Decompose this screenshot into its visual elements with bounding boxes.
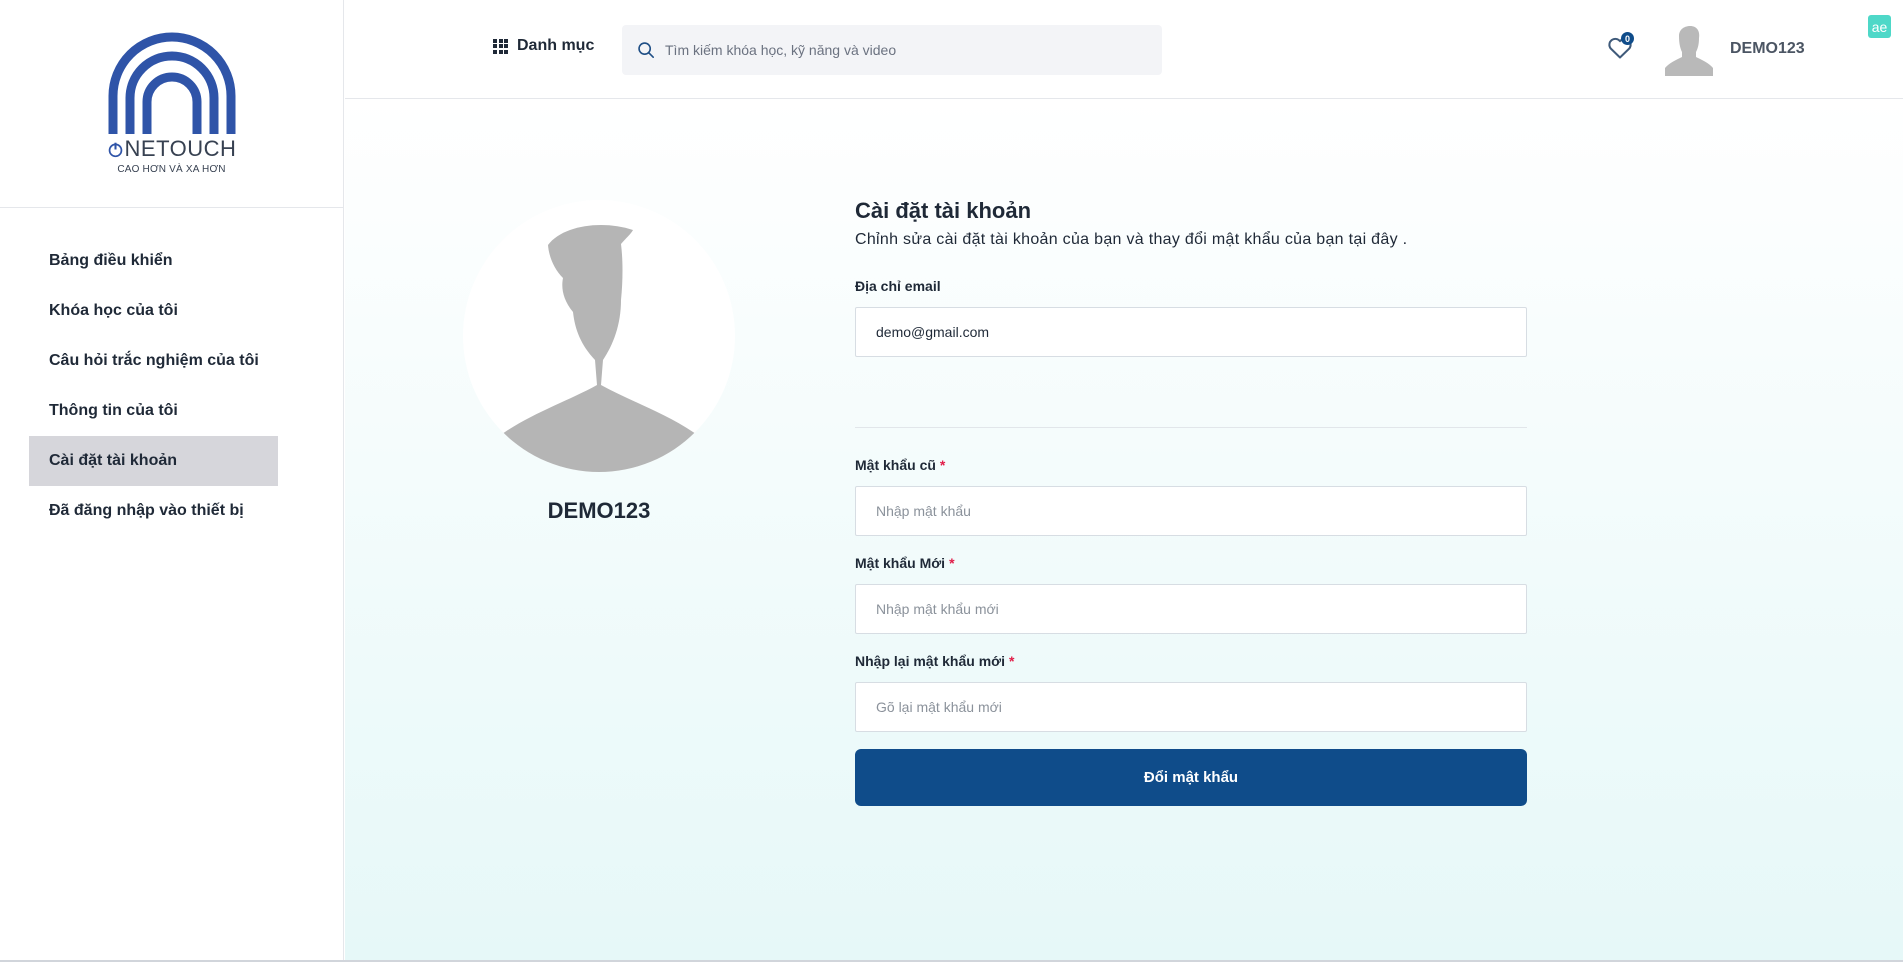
required-mark: * [1009, 653, 1015, 669]
new-password-label: Mật khẩu Mới * [855, 555, 955, 571]
search-bar [622, 25, 1162, 75]
sidebar-item-my-courses[interactable]: Khóa học của tôi [29, 286, 278, 336]
sidebar: NETOUCH CAO HƠN VÀ XA HƠN Bảng điều khiể… [0, 0, 344, 962]
confirm-password-field[interactable] [855, 682, 1527, 732]
extension-icon[interactable]: ae [1868, 15, 1891, 38]
section-divider [855, 427, 1527, 428]
old-password-label-text: Mật khẩu cũ [855, 457, 936, 473]
required-mark: * [939, 457, 946, 473]
profile-username: DEMO123 [547, 498, 651, 523]
sidebar-item-my-quizzes[interactable]: Câu hỏi trắc nghiệm của tôi [29, 336, 278, 386]
logo-tagline: CAO HƠN VÀ XA HƠN [117, 164, 226, 175]
new-password-label-text: Mật khẩu Mới [855, 555, 946, 571]
wishlist-count-badge: 0 [1621, 32, 1634, 45]
change-password-button[interactable]: Đổi mật khẩu [855, 749, 1527, 806]
header-username[interactable]: DEMO123 [1730, 40, 1805, 58]
old-password-field[interactable] [855, 486, 1527, 536]
logo[interactable]: NETOUCH CAO HƠN VÀ XA HƠN [0, 0, 343, 208]
confirm-password-label: Nhập lại mật khẩu mới * [855, 653, 1014, 669]
email-field[interactable] [855, 307, 1527, 357]
sidebar-item-my-info[interactable]: Thông tin của tôi [29, 386, 278, 436]
top-header: Danh mục 0 DEMO123 ae [345, 0, 1903, 99]
logo-arches-icon [108, 32, 235, 134]
search-input[interactable] [665, 42, 1145, 58]
logo-text: NETOUCH [124, 136, 237, 161]
category-label: Danh mục [517, 37, 595, 54]
old-password-label: Mật khẩu cũ * [855, 457, 945, 473]
avatar-icon [463, 225, 735, 472]
search-icon [638, 42, 655, 59]
sidebar-item-account-settings[interactable]: Cài đặt tài khoản [29, 436, 278, 486]
page-subtitle: Chỉnh sửa cài đặt tài khoản của bạn và t… [855, 231, 1408, 248]
profile-avatar [463, 200, 735, 472]
required-mark: * [949, 555, 955, 571]
page-title: Cài đặt tài khoản [855, 198, 1032, 223]
email-label: Địa chỉ email [855, 278, 941, 294]
category-button[interactable]: Danh mục [493, 37, 594, 55]
grid-icon [493, 38, 508, 54]
logo-wordmark: NETOUCH [107, 136, 237, 162]
sidebar-item-logged-in-devices[interactable]: Đã đăng nhập vào thiết bị [29, 486, 278, 536]
main-content: DEMO123 Cài đặt tài khoản Chỉnh sửa cài … [345, 100, 1903, 962]
header-avatar[interactable] [1665, 26, 1713, 76]
power-icon [108, 142, 122, 157]
sidebar-nav: Bảng điều khiển Khóa học của tôi Câu hỏi… [0, 208, 343, 536]
confirm-password-label-text: Nhập lại mật khẩu mới [855, 653, 1005, 669]
new-password-field[interactable] [855, 584, 1527, 634]
wishlist-button[interactable]: 0 [1607, 32, 1634, 65]
sidebar-item-dashboard[interactable]: Bảng điều khiển [29, 236, 278, 286]
avatar-icon [1665, 26, 1713, 76]
